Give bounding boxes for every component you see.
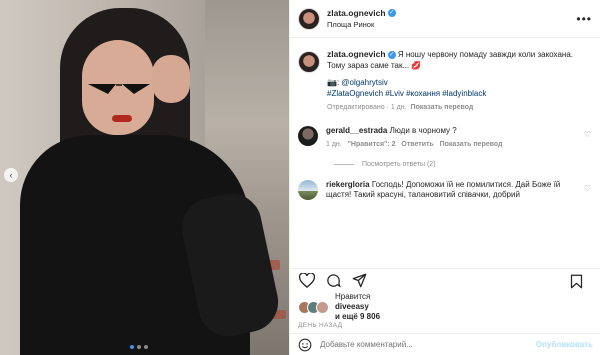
emoji-icon[interactable] (298, 338, 312, 352)
commenter-username[interactable]: riekergloria (326, 180, 370, 189)
translate-link[interactable]: Показать перевод (410, 104, 473, 111)
edited-label: Отредактировано (327, 104, 385, 111)
verified-icon: ✓ (387, 50, 396, 59)
carousel-dot (144, 345, 148, 349)
post-photo[interactable]: ‹ (0, 0, 289, 355)
person-hand (152, 55, 190, 103)
caption-hashtags[interactable]: #ZlataOgnevich #Lviv #кохання #ladyinbla… (327, 89, 577, 100)
liker-avatar[interactable] (316, 300, 329, 314)
carousel-dot (130, 345, 134, 349)
action-bar (290, 268, 600, 292)
kiss-emoji: 💋 (411, 60, 422, 70)
comment-age: 1 дн. (326, 141, 342, 148)
verified-icon: ✓ (387, 9, 396, 18)
liker-username[interactable]: diveeasy (335, 302, 369, 311)
sunglasses (88, 84, 150, 94)
post-dialog: ‹ zlata.ognevich ✓ Площа Ринок ••• zlata… (0, 0, 600, 355)
caption: zlata.ognevich ✓ Я ношу червону помаду за… (298, 49, 593, 114)
more-icon[interactable]: ••• (576, 12, 592, 26)
carousel-dots (130, 345, 148, 349)
comment-item: riekergloria Господь! Допоможи їй не пом… (298, 179, 593, 201)
likes-count[interactable]: и ещё 9 806 (335, 312, 380, 321)
liked-label: Нравится (335, 292, 371, 301)
translate-link[interactable]: Показать перевод (440, 141, 503, 148)
divider (334, 163, 354, 165)
comment-likes[interactable]: "Нравится": 2 (348, 141, 396, 148)
commenter-username[interactable]: gerald__estrada (326, 126, 387, 135)
caption-username[interactable]: zlata.ognevich (327, 49, 386, 59)
caption-text-2: Тому зараз саме так... (327, 60, 410, 70)
prev-slide-icon[interactable]: ‹ (4, 168, 18, 182)
view-replies-label: Посмотреть ответы (2) (362, 160, 436, 168)
share-icon[interactable] (350, 272, 368, 290)
liker-avatars (298, 300, 329, 314)
bookmark-icon[interactable] (567, 272, 585, 290)
comment-icon[interactable] (324, 272, 342, 290)
view-replies-button[interactable]: Посмотреть ответы (2) (334, 161, 593, 168)
likes-summary: Нравится diveeasy и ещё 9 806 (298, 292, 380, 322)
comment-item: gerald__estrada Люди в чорному ? 1 дн. "… (298, 125, 593, 151)
author-username[interactable]: zlata.ognevich (327, 8, 386, 18)
post-header: zlata.ognevich ✓ Площа Ринок ••• (290, 0, 600, 38)
person-jacket (20, 135, 284, 355)
red-lips (112, 115, 132, 122)
commenter-avatar[interactable] (298, 125, 318, 146)
post-location[interactable]: Площа Ринок (327, 19, 396, 30)
post-comment-button[interactable]: Опубликовать (536, 340, 593, 349)
caption-avatar[interactable] (298, 51, 320, 73)
post-panel: zlata.ognevich ✓ Площа Ринок ••• zlata.og… (289, 0, 600, 355)
post-date[interactable]: ДЕНЬ НАЗАД (298, 322, 342, 329)
heart-icon[interactable]: ♡ (584, 130, 591, 139)
reply-button[interactable]: Ответить (401, 141, 433, 148)
author-avatar[interactable] (298, 7, 320, 30)
add-comment-bar: Опубликовать (290, 333, 600, 355)
comments-section[interactable]: zlata.ognevich ✓ Я ношу червону помаду за… (290, 39, 600, 267)
caption-text-1: Я ношу червону помаду завжди коли закоха… (397, 50, 573, 59)
comment-text: Люди в чорному ? (389, 125, 457, 135)
camera-emoji: 📷: (327, 78, 340, 87)
like-heart-icon[interactable] (298, 272, 316, 290)
caption-age: 1 дн. (390, 104, 407, 111)
photo-credit-mention[interactable]: @olgahrytsiv (341, 78, 387, 87)
comment-input[interactable] (320, 340, 536, 349)
commenter-avatar[interactable] (298, 179, 318, 200)
carousel-dot (137, 345, 141, 349)
heart-icon[interactable]: ♡ (584, 184, 591, 193)
